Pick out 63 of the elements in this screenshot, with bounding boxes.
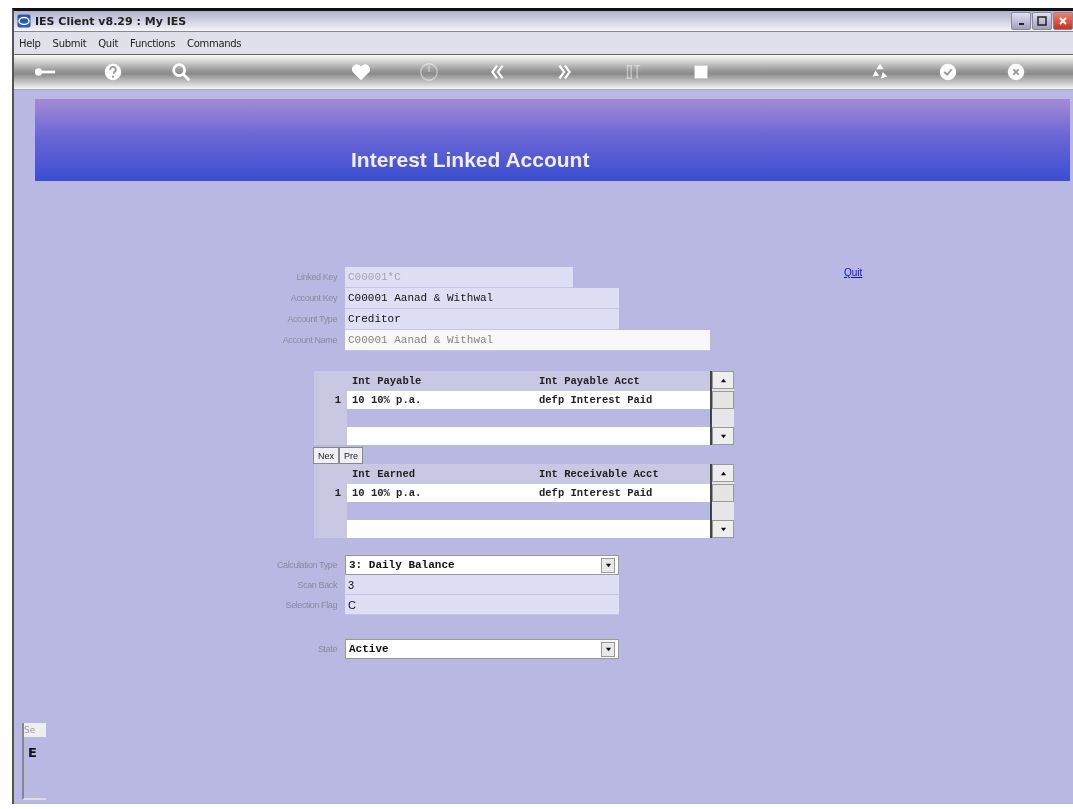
close-icon[interactable] <box>1005 61 1027 83</box>
up-arrow-icon <box>719 376 727 384</box>
field-label: Account Name <box>281 334 338 347</box>
column-header: Int Earned <box>351 468 416 480</box>
down-arrow-icon <box>719 525 727 533</box>
scroll-down-button[interactable] <box>712 520 734 538</box>
app-icon <box>17 14 31 28</box>
close-icon <box>1058 16 1068 26</box>
maximize-icon <box>1037 16 1047 26</box>
help-icon[interactable] <box>102 61 124 83</box>
menu-item[interactable]: Functions <box>130 37 176 49</box>
dropdown[interactable]: Active <box>345 639 619 659</box>
field-label: Account Type <box>286 313 338 326</box>
nav-button[interactable]: Nex <box>313 447 339 464</box>
scroll-down-button[interactable] <box>712 427 734 445</box>
field-label: State <box>317 643 338 656</box>
caret-icon <box>604 645 612 653</box>
close-button[interactable] <box>1053 12 1073 30</box>
field-label: Linked Key <box>295 271 339 284</box>
input-field[interactable]: C00001 Aanad & Withwal <box>345 330 710 351</box>
scrollbar[interactable] <box>710 464 734 538</box>
input-field[interactable]: 3 <box>345 575 619 595</box>
scrollbar[interactable] <box>710 371 734 445</box>
table-cell-text: defp Interest Paid <box>538 394 653 406</box>
scroll-up-button[interactable] <box>712 464 734 482</box>
check-icon[interactable] <box>937 61 959 83</box>
menu-item[interactable]: Help <box>19 37 41 49</box>
maximize-button[interactable] <box>1032 12 1052 30</box>
nav-button[interactable]: Pre <box>339 447 364 464</box>
menu-item[interactable]: Submit <box>52 37 87 49</box>
input-field[interactable]: C00001 Aanad & Withwal <box>345 288 619 309</box>
field-label: Calculation Type <box>276 559 338 572</box>
field-label: Account Key <box>289 292 339 305</box>
table-cell-text: 10 10% p.a. <box>351 394 423 406</box>
row-number: 1 <box>333 393 342 408</box>
column-header: Int Payable <box>351 375 423 387</box>
table-cell-text: defp Interest Paid <box>538 487 653 499</box>
column-header: Int Payable Acct <box>538 375 640 387</box>
scroll-thumb[interactable] <box>712 484 734 502</box>
table-row[interactable]: 10 10% p.a. defp Interest Paid <box>347 391 710 409</box>
menu-item[interactable]: Quit <box>98 37 118 49</box>
dropdown[interactable]: 3: Daily Balance <box>345 555 619 575</box>
panel-text: E <box>28 745 37 760</box>
window-title: IES Client v8.29 : My IES <box>35 14 187 28</box>
caret-icon <box>604 561 612 569</box>
table-row[interactable]: 10 10% p.a. defp Interest Paid <box>347 484 710 502</box>
heart-icon[interactable] <box>349 61 372 83</box>
scroll-up-button[interactable] <box>712 371 734 389</box>
page-title: Interest Linked Account <box>351 148 590 172</box>
table-cell-text: 10 10% p.a. <box>351 487 423 499</box>
minimize-button[interactable] <box>1011 12 1031 30</box>
minimize-icon <box>1018 23 1024 25</box>
row-number: 1 <box>333 486 342 501</box>
field-label: Selection Flag <box>284 599 338 612</box>
column-header: Int Receivable Acct <box>538 468 659 480</box>
search-icon[interactable] <box>170 61 192 83</box>
scroll-thumb[interactable] <box>712 391 734 409</box>
down-arrow-icon <box>719 432 727 440</box>
quit-link[interactable]: Quit <box>844 267 863 281</box>
up-arrow-icon <box>719 469 727 477</box>
menu-item[interactable]: Commands <box>187 37 242 49</box>
input-field[interactable]: C <box>345 595 619 615</box>
input-field[interactable]: Creditor <box>345 309 619 330</box>
